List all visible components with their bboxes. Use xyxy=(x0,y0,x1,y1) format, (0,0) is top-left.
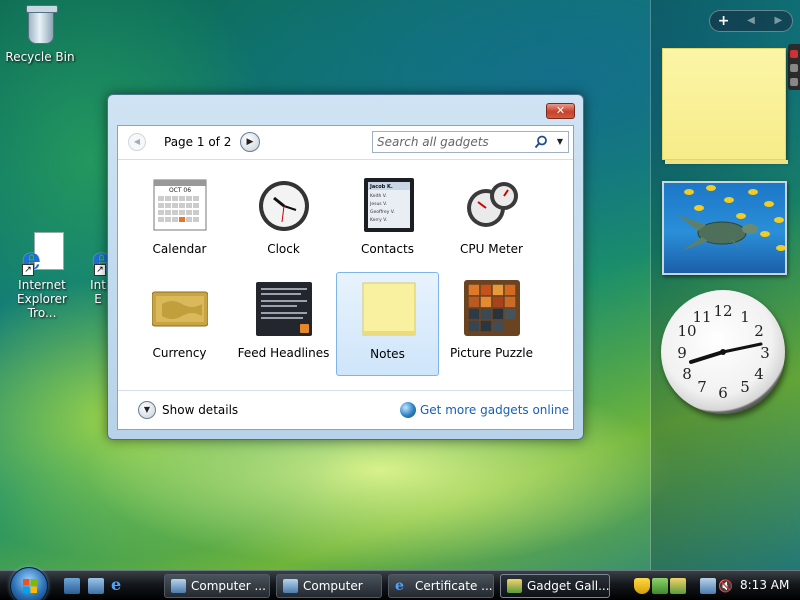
gadget-name: Calendar xyxy=(152,242,207,256)
calendar-icon: OCT 06 xyxy=(153,179,207,231)
svg-text:8: 8 xyxy=(682,365,692,383)
svg-text:7: 7 xyxy=(697,378,707,396)
picture-puzzle-icon xyxy=(464,280,520,336)
taskbar-button-label: Computer xyxy=(303,579,363,593)
contact-name: Keith V. xyxy=(370,193,387,199)
gadget-tile-currency[interactable]: Currency xyxy=(128,272,231,376)
gadget-gallery-icon xyxy=(507,579,522,593)
gadget-name: Feed Headlines xyxy=(237,346,330,360)
gadget-tile-cpu-meter[interactable]: CPU Meter xyxy=(440,168,543,272)
gallery-footer: ▼ Show details Get more gadgets online xyxy=(118,390,573,430)
desktop-icon-label: Recycle Bin xyxy=(5,50,75,64)
svg-text:3: 3 xyxy=(760,344,770,362)
show-desktop-icon[interactable] xyxy=(64,578,80,594)
taskbar: e Computer ... Computer e Certificate ..… xyxy=(0,567,800,600)
gadget-name: Picture Puzzle xyxy=(449,346,534,360)
page-indicator: Page 1 of 2 xyxy=(164,135,232,149)
notes-icon xyxy=(362,282,416,336)
get-more-gadgets-link[interactable]: Get more gadgets online xyxy=(420,403,569,417)
svg-text:11: 11 xyxy=(692,308,711,326)
previous-page-button[interactable]: ◀ xyxy=(128,133,146,151)
gadget-name: Notes xyxy=(370,347,405,361)
contact-name: Geoffrey V. xyxy=(370,209,395,215)
clock-icon xyxy=(259,181,309,231)
taskbar-button-certificate[interactable]: e Certificate ... xyxy=(388,574,494,598)
add-gadget-button[interactable]: + xyxy=(710,11,737,31)
search-dropdown-icon[interactable]: ▼ xyxy=(554,135,566,149)
gadget-tile-picture-puzzle[interactable]: Picture Puzzle xyxy=(440,272,543,376)
gadget-tile-calendar[interactable]: OCT 06 Calendar xyxy=(128,168,231,272)
search-box[interactable]: ▼ xyxy=(372,131,569,153)
sidebar-next-button[interactable]: ▶ xyxy=(765,11,792,31)
gadget-tile-feed-headlines[interactable]: Feed Headlines xyxy=(232,272,335,376)
security-shield-icon[interactable] xyxy=(634,578,650,594)
computer-icon xyxy=(171,579,186,593)
desktop-icon-label: Internet Explorer Tro... xyxy=(17,278,67,320)
slideshow-gadget[interactable] xyxy=(662,181,787,275)
show-details-toggle[interactable]: ▼ xyxy=(138,401,156,419)
svg-text:5: 5 xyxy=(740,378,750,396)
start-button[interactable] xyxy=(10,567,48,600)
clock-time[interactable]: 8:13 AM xyxy=(740,578,789,592)
svg-text:6: 6 xyxy=(718,384,728,402)
sea-turtle-image xyxy=(678,215,758,251)
currency-icon xyxy=(152,291,208,327)
sidebar-gadget-controls[interactable] xyxy=(788,44,800,90)
switch-windows-icon[interactable] xyxy=(88,578,104,594)
close-button[interactable]: ✕ xyxy=(546,103,575,119)
gadget-tile-notes[interactable]: Notes xyxy=(336,272,439,376)
taskbar-button-label: Computer ... xyxy=(191,579,266,593)
contact-name: Jesus V. xyxy=(369,201,387,207)
sidebar-toolbar: + ◀ ▶ xyxy=(709,10,793,32)
feed-headlines-icon xyxy=(256,282,312,336)
desktop-icon-internet-explorer[interactable]: e ↗ Internet Explorer Tro... xyxy=(2,232,82,320)
contact-name: Kerry V. xyxy=(370,217,387,223)
calendar-month-label: OCT 06 xyxy=(169,187,191,194)
gadget-name: CPU Meter xyxy=(460,242,523,256)
svg-text:4: 4 xyxy=(754,365,764,383)
cpu-meter-icon xyxy=(467,182,518,227)
next-page-button[interactable]: ▶ xyxy=(240,132,260,152)
gadget-tile-contacts[interactable]: Jacob K. Keith V. Jesus V. Geoffrey V. K… xyxy=(336,168,439,272)
recycle-bin-icon xyxy=(20,4,60,48)
windows-logo-icon xyxy=(23,579,37,593)
gadget-gallery-panel: ◀ Page 1 of 2 ▶ ▼ OCT 06 xyxy=(117,125,574,430)
show-details-label[interactable]: Show details xyxy=(162,403,238,417)
network-icon[interactable] xyxy=(700,578,716,594)
gadget-name: Clock xyxy=(267,242,300,256)
gallery-toolbar: ◀ Page 1 of 2 ▶ ▼ xyxy=(118,126,573,160)
taskbar-button-label: Certificate ... xyxy=(415,579,493,593)
internet-explorer-quicklaunch-icon[interactable]: e xyxy=(111,577,127,594)
gadget-name: Currency xyxy=(152,346,207,360)
system-tray: 🔇 8:13 AM xyxy=(630,574,800,598)
windows-update-icon[interactable] xyxy=(652,578,668,594)
svg-text:9: 9 xyxy=(677,344,687,362)
gadget-grid: OCT 06 Calendar Clock Jacob K. Keith V. … xyxy=(128,168,566,378)
volume-muted-icon[interactable]: 🔇 xyxy=(718,578,734,594)
computer-icon xyxy=(283,579,298,593)
svg-text:12: 12 xyxy=(713,302,732,320)
sidebar-tray-icon[interactable] xyxy=(670,578,686,594)
internet-explorer-icon: e xyxy=(395,578,404,594)
taskbar-button-gadget-gallery[interactable]: Gadget Gall... xyxy=(500,574,610,598)
search-input[interactable] xyxy=(377,134,527,150)
clock-face-icon: 12 12 345 678 91011 xyxy=(677,302,770,402)
contact-name: Jacob K. xyxy=(369,184,393,190)
sidebar-prev-button[interactable]: ◀ xyxy=(737,11,764,31)
search-icon[interactable] xyxy=(534,135,548,149)
desktop-icon-recycle-bin[interactable]: Recycle Bin xyxy=(2,4,78,64)
svg-text:1: 1 xyxy=(740,308,750,326)
gadget-name: Contacts xyxy=(361,242,414,256)
clock-gadget[interactable]: 12 1 2 345 678 9 10 11 xyxy=(661,290,785,414)
taskbar-button-label: Gadget Gall... xyxy=(527,579,610,593)
svg-text:2: 2 xyxy=(754,322,764,340)
globe-icon xyxy=(400,402,416,418)
contacts-icon: Jacob K. Keith V. Jesus V. Geoffrey V. K… xyxy=(364,178,414,232)
gadget-tile-clock[interactable]: Clock xyxy=(232,168,335,272)
gadget-gallery-window: ✕ ◀ Page 1 of 2 ▶ ▼ OCT 06 xyxy=(107,94,584,440)
taskbar-button-computer-1[interactable]: Computer ... xyxy=(164,574,270,598)
notes-gadget[interactable] xyxy=(662,48,788,164)
internet-explorer-icon: e ↗ xyxy=(22,232,64,277)
taskbar-button-computer-2[interactable]: Computer xyxy=(276,574,382,598)
